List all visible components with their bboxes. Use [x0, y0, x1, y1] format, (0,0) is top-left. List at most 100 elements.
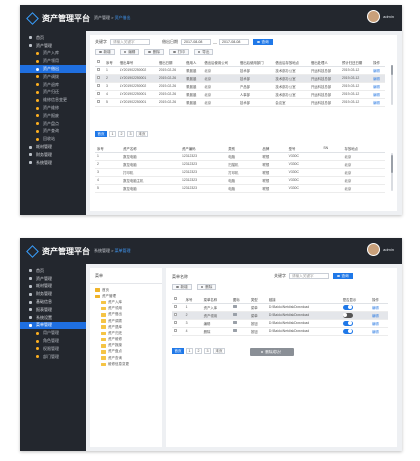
sidebar-item-6[interactable]: 资产退库: [20, 81, 86, 89]
sidebar-item-16[interactable]: 系统管理: [20, 159, 86, 167]
toolbar-button-1[interactable]: 编辑: [119, 49, 140, 55]
row-checkbox[interactable]: [97, 68, 100, 71]
table-row[interactable]: 2 资产领用 菜单 D:\Baidu\NetdiskDownload 编辑: [172, 311, 388, 320]
date-from-input[interactable]: 2017-08-08: [181, 39, 211, 45]
sidebar-item-8[interactable]: 维修信息变更: [20, 96, 86, 104]
row-select[interactable]: [95, 90, 104, 99]
user-menu[interactable]: admin: [367, 243, 394, 256]
table-row[interactable]: 1 资产入库 菜单 D:\Baidu\NetdiskDownload 编辑: [172, 303, 388, 312]
last-page-button[interactable]: 末页: [136, 131, 148, 137]
toolbar-button-2[interactable]: 删除: [144, 49, 165, 55]
row-select[interactable]: [172, 303, 184, 312]
sidebar-item-11[interactable]: 资产盘点: [20, 120, 86, 128]
row-checkbox[interactable]: [174, 329, 177, 332]
sidebar-item-7[interactable]: 资产归还: [20, 89, 86, 97]
visibility-toggle[interactable]: [342, 312, 353, 318]
table-row[interactable]: 5 数控电脑 12312323 电脑 联想 V330C 北京: [95, 184, 385, 193]
avatar[interactable]: [367, 243, 381, 256]
row-select[interactable]: [172, 311, 184, 320]
toolbar-button-3[interactable]: 打印: [169, 49, 189, 55]
sidebar-item-9[interactable]: 角色管理: [20, 337, 86, 345]
row-checkbox[interactable]: [174, 305, 177, 308]
app-logo[interactable]: 资产管理平台: [20, 11, 90, 25]
sidebar-item-3[interactable]: 财务管理: [20, 290, 86, 298]
app-logo[interactable]: 资产管理平台: [20, 244, 90, 258]
sidebar-item-1[interactable]: 资产管理: [20, 42, 86, 50]
edit-link[interactable]: 编辑: [371, 74, 385, 83]
page-button[interactable]: 1: [186, 348, 193, 354]
date-to-input[interactable]: 2017-08-08: [219, 39, 249, 45]
edit-link[interactable]: 编辑: [370, 303, 388, 312]
edit-link[interactable]: 编辑: [370, 319, 388, 328]
table-row[interactable]: 5 LY201902250001 2019-02-26 董晨晨 北京 技术部 会议室 开运科技…: [95, 98, 385, 107]
sidebar-item-15[interactable]: 财务管理: [20, 151, 86, 159]
select-all-checkbox[interactable]: [97, 60, 100, 64]
sidebar-item-6[interactable]: 系统设置: [20, 314, 86, 322]
sidebar-item-4[interactable]: 资产借出: [20, 65, 86, 73]
table-row[interactable]: 3 编辑 按钮 D:\Baidu\NetdiskDownload 编辑: [172, 319, 388, 328]
row-select[interactable]: [172, 319, 184, 328]
table-row[interactable]: 1 数控电脑 12312323 电脑 联想 V330C 北京: [95, 152, 385, 161]
first-page-button[interactable]: 首页: [172, 348, 184, 354]
row-select[interactable]: [95, 74, 104, 83]
toolbar-button-1[interactable]: 删除: [196, 284, 217, 290]
edit-link[interactable]: 编辑: [371, 82, 385, 91]
page-button[interactable]: 2: [118, 131, 125, 137]
sidebar-item-13[interactable]: 回收站: [20, 135, 86, 143]
detail-scrollbar[interactable]: [391, 153, 393, 191]
first-page-button[interactable]: 首页: [95, 131, 107, 137]
avatar[interactable]: [367, 10, 381, 23]
edit-link[interactable]: 编辑: [371, 98, 385, 107]
page-button[interactable]: 3: [204, 348, 211, 354]
table-row[interactable]: 4 数控电脑主机 12312323 电脑 联想 V330C 北京: [95, 176, 385, 185]
sidebar-item-11[interactable]: 部门管理: [20, 353, 86, 361]
visibility-toggle[interactable]: [342, 328, 353, 334]
row-checkbox[interactable]: [97, 100, 100, 103]
sidebar-item-7[interactable]: 菜单管理: [20, 321, 86, 330]
toolbar-button-0[interactable]: 新增: [95, 49, 115, 55]
row-select[interactable]: [95, 82, 104, 91]
table-row[interactable]: 4 删除 按钮 D:\Baidu\NetdiskDownload 编辑: [172, 327, 388, 336]
search-button[interactable]: 查询: [253, 39, 273, 45]
scroll-thumb[interactable]: [391, 65, 393, 75]
table-row[interactable]: 2 数控电脑 12312323 扫描机 联想 V330C 北京: [95, 160, 385, 169]
page-button[interactable]: 2: [195, 348, 202, 354]
sidebar-item-10[interactable]: 资产报废: [20, 112, 86, 120]
keyword-input[interactable]: 请输入关键字: [289, 273, 329, 279]
page-button[interactable]: 1: [109, 131, 116, 137]
page-button[interactable]: 3: [127, 131, 134, 137]
search-button[interactable]: 查询: [333, 273, 353, 279]
table-row[interactable]: 1 LY201902250002 2019-02-26 董晨晨 北京 技术部 技术部办公室开…: [95, 66, 385, 75]
row-checkbox[interactable]: [97, 92, 100, 95]
sidebar-item-4[interactable]: 基础信息: [20, 298, 86, 306]
table-row[interactable]: 4 LY201902250001 2019-02-26 董晨晨 北京 人事部 技术部办公室开…: [95, 90, 385, 99]
sidebar-item-14[interactable]: 耗材管理: [20, 143, 86, 151]
table-scrollbar[interactable]: [391, 65, 393, 105]
breadcrumb-parent[interactable]: 资产管理: [94, 15, 110, 20]
table-row[interactable]: 2 LY201902250001 2019-02-26 董晨晨 北京 技术部 技术部办公室开…: [95, 74, 385, 83]
tree-node[interactable]: 维修信息变更: [95, 361, 162, 367]
keyword-input[interactable]: 请输入关键字: [110, 39, 150, 45]
sidebar-item-12[interactable]: 资产查询: [20, 128, 86, 136]
scroll-thumb[interactable]: [391, 155, 393, 173]
sidebar-item-2[interactable]: 资产入库: [20, 50, 86, 58]
table-row[interactable]: 3 LY201902250002 2019-02-26 董晨晨 北京 产品部 技术部办公室开…: [95, 82, 385, 91]
sidebar-item-3[interactable]: 资产领用: [20, 57, 86, 65]
sidebar-item-8[interactable]: 用户管理: [20, 329, 86, 337]
sidebar-item-5[interactable]: 报表管理: [20, 306, 86, 314]
sidebar-item-0[interactable]: 首页: [20, 267, 86, 275]
sidebar-item-2[interactable]: 耗材管理: [20, 283, 86, 291]
breadcrumb-parent[interactable]: 系统管理: [94, 248, 110, 253]
table-row[interactable]: 3 打印机 12312323 打印机 联想 V330C 北京: [95, 168, 385, 177]
row-checkbox[interactable]: [174, 321, 177, 324]
sidebar-item-5[interactable]: 资产调拨: [20, 73, 86, 81]
toolbar-button-4[interactable]: 导出: [193, 49, 214, 55]
sidebar-item-9[interactable]: 资产维修: [20, 104, 86, 112]
row-select[interactable]: [95, 98, 104, 107]
user-name[interactable]: admin: [383, 14, 394, 19]
edit-link[interactable]: 编辑: [371, 90, 385, 99]
visibility-toggle[interactable]: [342, 320, 353, 326]
last-page-button[interactable]: 末页: [213, 348, 225, 354]
edit-link[interactable]: 编辑: [371, 66, 385, 75]
visibility-toggle[interactable]: [342, 304, 353, 310]
